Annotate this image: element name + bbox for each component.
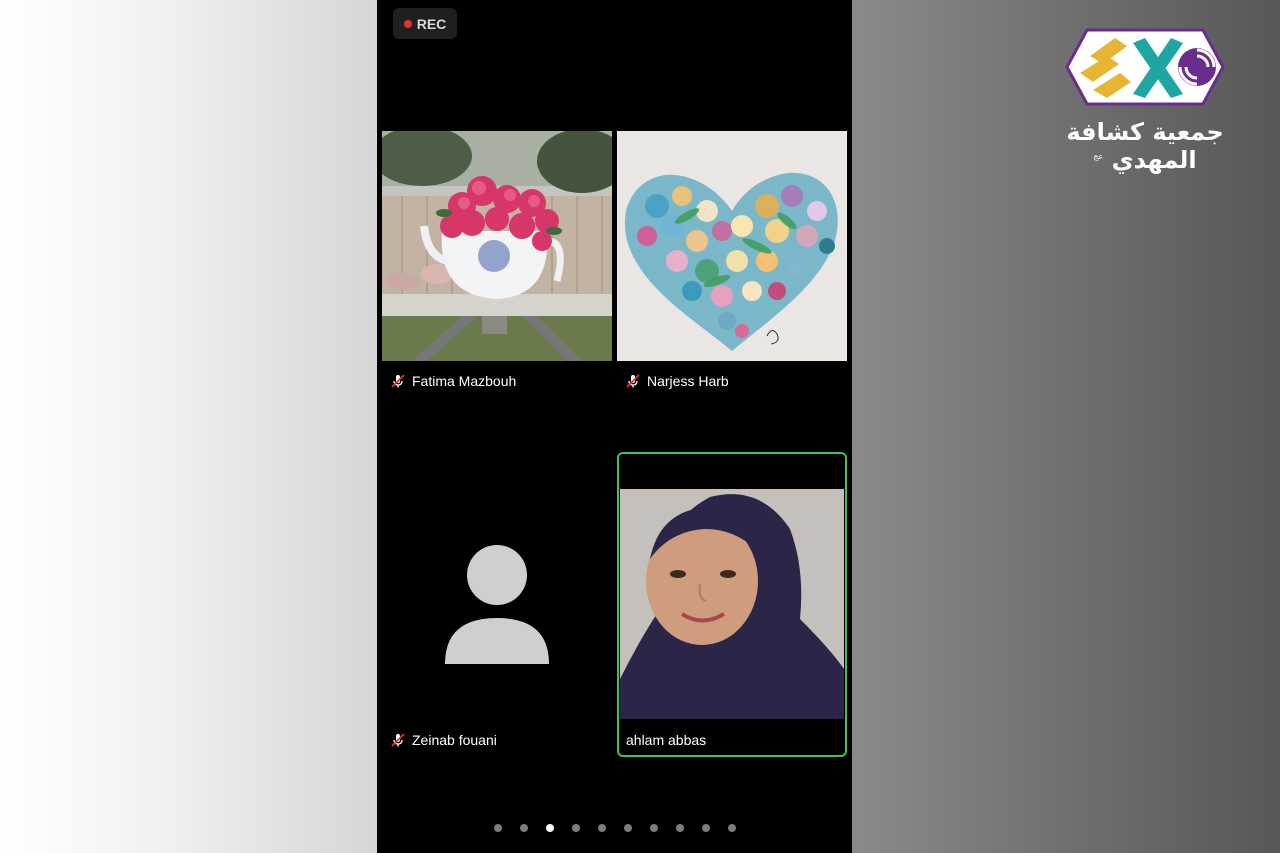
meeting-screen: REC Fatima Mazbouh Narjess Harb Zeinab f… (377, 0, 852, 853)
page-dot-current[interactable] (545, 824, 554, 832)
quilled-heart-image (617, 131, 847, 361)
page-dot[interactable] (571, 824, 580, 832)
page-dot[interactable] (649, 824, 658, 832)
participant-name: Zeinab fouani (412, 732, 497, 748)
participant-tile-ahlam-active-speaker[interactable]: ahlam abbas (617, 452, 847, 757)
honorific-mark: عج (1093, 152, 1104, 161)
participant-name: ahlam abbas (626, 732, 707, 748)
page-dot[interactable] (727, 824, 736, 832)
participant-name-row: Fatima Mazbouh (390, 373, 516, 389)
page-dot[interactable] (493, 824, 502, 832)
participant-name-row: Zeinab fouani (390, 732, 497, 748)
participant-name: Fatima Mazbouh (412, 373, 517, 389)
page-dot[interactable] (701, 824, 710, 832)
default-avatar-icon (444, 544, 550, 664)
page-dot[interactable] (675, 824, 684, 832)
page-dot[interactable] (623, 824, 632, 832)
left-background (0, 0, 377, 853)
organization-name-text: جمعية كشافة المهدي (1066, 118, 1224, 174)
participant-name-row: ahlam abbas (626, 732, 706, 748)
organization-name: جمعية كشافة المهدي عج (1040, 118, 1250, 174)
page-indicator[interactable] (377, 824, 852, 832)
participant-tile-zeinab[interactable]: Zeinab fouani (382, 453, 612, 756)
participant-tile-narjess[interactable]: Narjess Harb (617, 131, 847, 389)
recording-dot-icon (403, 19, 412, 28)
participant-video (620, 489, 844, 719)
participant-name: Narjess Harb (647, 373, 729, 389)
mic-muted-icon (390, 373, 406, 389)
recording-badge[interactable]: REC (393, 8, 457, 39)
page-dot[interactable] (597, 824, 606, 832)
flowers-teapot-image (382, 131, 612, 361)
mic-muted-icon (390, 732, 406, 748)
participant-tile-fatima[interactable]: Fatima Mazbouh (382, 131, 612, 389)
mic-muted-icon (625, 373, 641, 389)
participant-name-row: Narjess Harb (625, 373, 729, 389)
page-dot[interactable] (519, 824, 528, 832)
recording-label: REC (416, 15, 447, 32)
organization-logo (1065, 28, 1225, 106)
